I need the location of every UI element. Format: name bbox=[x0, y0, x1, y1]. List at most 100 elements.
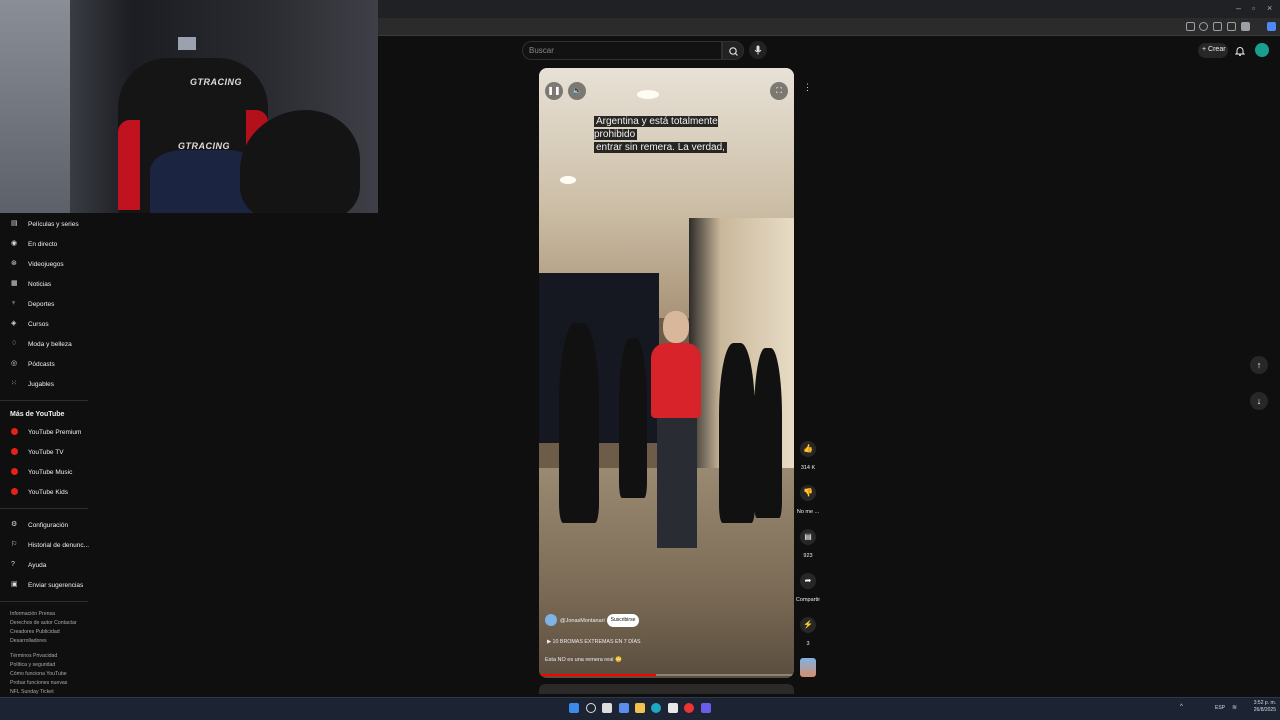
subscribe-button[interactable]: Suscribirse bbox=[607, 614, 639, 627]
sidebar-item-label: YouTube Premium bbox=[28, 429, 82, 436]
sidebar-item-premium[interactable]: YouTube Premium bbox=[0, 423, 92, 441]
search-input[interactable]: Buscar bbox=[522, 41, 722, 60]
sidebar-item-gaming[interactable]: ⊛ Videojuegos bbox=[0, 255, 92, 273]
fullscreen-icon: ⛶ bbox=[776, 86, 782, 95]
edge-icon[interactable] bbox=[651, 703, 661, 713]
footer-link[interactable]: Probar funciones nuevas bbox=[10, 680, 67, 686]
browser-titlebar bbox=[378, 0, 1280, 18]
sidebar-item-podcasts[interactable]: ◎ Pódcasts bbox=[0, 355, 92, 373]
dislike-label: No me ... bbox=[796, 509, 820, 515]
remix-button[interactable]: ⚡ bbox=[800, 617, 816, 633]
folder-icon[interactable] bbox=[635, 703, 645, 713]
sidebar-item-live[interactable]: ◉ En directo bbox=[0, 235, 92, 253]
progress-fill bbox=[539, 674, 657, 676]
arrow-down-icon: ↓ bbox=[1256, 396, 1262, 406]
person-head bbox=[663, 311, 689, 343]
sidebar-item-label: Deportes bbox=[28, 301, 55, 308]
help-icon: ? bbox=[11, 561, 15, 568]
pause-button[interactable]: ❚❚ bbox=[545, 82, 563, 100]
star-icon[interactable] bbox=[1199, 22, 1208, 31]
language-indicator[interactable]: ESP bbox=[1215, 705, 1225, 711]
comment-icon: ▤ bbox=[804, 532, 812, 541]
gear-icon: ⚙ bbox=[11, 521, 18, 528]
sidebar-item-feedback[interactable]: ▣ Enviar sugerencias bbox=[0, 576, 92, 594]
footer-link[interactable]: Política y seguridad bbox=[10, 662, 55, 668]
footer-link[interactable]: Términos Privacidad bbox=[10, 653, 57, 659]
film-icon: ▤ bbox=[11, 220, 18, 227]
previous-short-button[interactable]: ↑ bbox=[1250, 356, 1268, 374]
maximize-icon[interactable]: ▫ bbox=[1252, 3, 1255, 13]
start-icon[interactable] bbox=[569, 703, 579, 713]
wifi-icon[interactable]: ≋ bbox=[1232, 704, 1237, 711]
store-icon[interactable] bbox=[668, 703, 678, 713]
sidebar-item-kids[interactable]: YouTube Kids bbox=[0, 483, 92, 501]
notifications-button[interactable] bbox=[1234, 44, 1246, 57]
sidebar-item-label: En directo bbox=[28, 241, 58, 248]
sidebar-item-music[interactable]: YouTube Music bbox=[0, 463, 92, 481]
volume-button[interactable]: 🔈 bbox=[568, 82, 586, 100]
pedestrian bbox=[619, 338, 647, 498]
voice-search-button[interactable] bbox=[749, 41, 767, 59]
file-icon[interactable] bbox=[602, 703, 612, 713]
sidebar-item-label: Enviar sugerencias bbox=[28, 582, 84, 589]
sidebar-item-courses[interactable]: ◈ Cursos bbox=[0, 315, 92, 333]
caption-line: entrar sin remera. La verdad, bbox=[594, 142, 727, 153]
youtube-music-icon bbox=[11, 468, 18, 475]
more-options-button[interactable]: ⋮ bbox=[803, 82, 812, 93]
footer-link[interactable]: Creadores Publicidad bbox=[10, 629, 60, 635]
sidebar-item-label: YouTube Kids bbox=[28, 489, 68, 496]
footer-link[interactable]: Información Prensa bbox=[10, 611, 55, 617]
shorts-video-player[interactable]: ❚❚ 🔈 ⛶ Argentina y está totalmente prohi… bbox=[539, 68, 794, 678]
search-icon bbox=[729, 47, 738, 56]
channel-name[interactable]: @JonasMontanari bbox=[560, 618, 605, 624]
share-button[interactable]: ➦ bbox=[800, 573, 816, 589]
sidebar-item-playables[interactable]: ⁙ Jugables bbox=[0, 375, 92, 393]
sidebar-item-report-history[interactable]: ⚐ Historial de denunc... bbox=[0, 536, 92, 554]
footer-link[interactable]: NFL Sunday Ticket bbox=[10, 689, 54, 695]
comments-button[interactable]: ▤ bbox=[800, 529, 816, 545]
dislike-button[interactable]: 👎 bbox=[800, 485, 816, 501]
search-icon[interactable] bbox=[586, 703, 596, 713]
tray-chevron-icon[interactable]: ^ bbox=[1180, 704, 1183, 710]
next-short-button[interactable]: ↓ bbox=[1250, 392, 1268, 410]
thumbs-down-icon: 👎 bbox=[803, 488, 813, 497]
caption-line: Argentina y está totalmente prohibido bbox=[594, 116, 718, 140]
hanger-icon: ♢ bbox=[11, 340, 18, 347]
extensions-icon[interactable] bbox=[1213, 22, 1222, 31]
person-red-shirt bbox=[651, 343, 701, 418]
channel-avatar[interactable] bbox=[545, 614, 557, 626]
sidebar-item-label: Ayuda bbox=[28, 562, 47, 569]
create-button[interactable]: + Crear bbox=[1198, 43, 1228, 58]
favorites-icon[interactable] bbox=[1227, 22, 1236, 31]
next-video-preview[interactable] bbox=[539, 684, 794, 694]
sidebar-item-sports[interactable]: ♆ Deportes bbox=[0, 295, 92, 313]
sound-thumbnail[interactable] bbox=[800, 658, 816, 677]
sidebar-item-settings[interactable]: ⚙ Configuración bbox=[0, 516, 92, 534]
fullscreen-button[interactable]: ⛶ bbox=[770, 82, 788, 100]
chrome-icon[interactable] bbox=[684, 703, 694, 713]
profile-icon[interactable] bbox=[1241, 22, 1250, 31]
app-icon[interactable] bbox=[701, 703, 711, 713]
sidebar-item-news[interactable]: ▦ Noticias bbox=[0, 275, 92, 293]
flag-icon: ⚐ bbox=[11, 541, 18, 548]
captions: Argentina y está totalmente prohibido en… bbox=[594, 115, 744, 154]
volume-icon: 🔈 bbox=[572, 86, 582, 95]
user-avatar[interactable] bbox=[1255, 43, 1269, 57]
sidebar-item-movies[interactable]: ▤ Películas y series bbox=[0, 215, 92, 233]
divider bbox=[0, 508, 88, 509]
playlist-link[interactable]: ▶ 10 BROMAS EXTREMAS EN 7 DÍAS bbox=[547, 639, 641, 645]
sidebar-item-tv[interactable]: YouTube TV bbox=[0, 443, 92, 461]
sidebar-item-help[interactable]: ? Ayuda bbox=[0, 556, 92, 574]
close-icon[interactable]: × bbox=[1267, 3, 1272, 13]
copilot-icon[interactable] bbox=[1267, 22, 1276, 31]
minimize-icon[interactable]: – bbox=[1236, 3, 1241, 13]
install-icon[interactable] bbox=[1186, 22, 1195, 31]
footer-link[interactable]: Derechos de autor Contactar bbox=[10, 620, 77, 626]
sidebar-item-fashion[interactable]: ♢ Moda y belleza bbox=[0, 335, 92, 353]
search-button[interactable] bbox=[722, 41, 744, 60]
app-icon[interactable] bbox=[619, 703, 629, 713]
clock[interactable]: 3:52 p. m. 26/8/2025 bbox=[1252, 700, 1276, 714]
footer-link[interactable]: Desarrolladores bbox=[10, 638, 47, 644]
footer-link[interactable]: Cómo funciona YouTube bbox=[10, 671, 67, 677]
like-button[interactable]: 👍 bbox=[800, 441, 816, 457]
